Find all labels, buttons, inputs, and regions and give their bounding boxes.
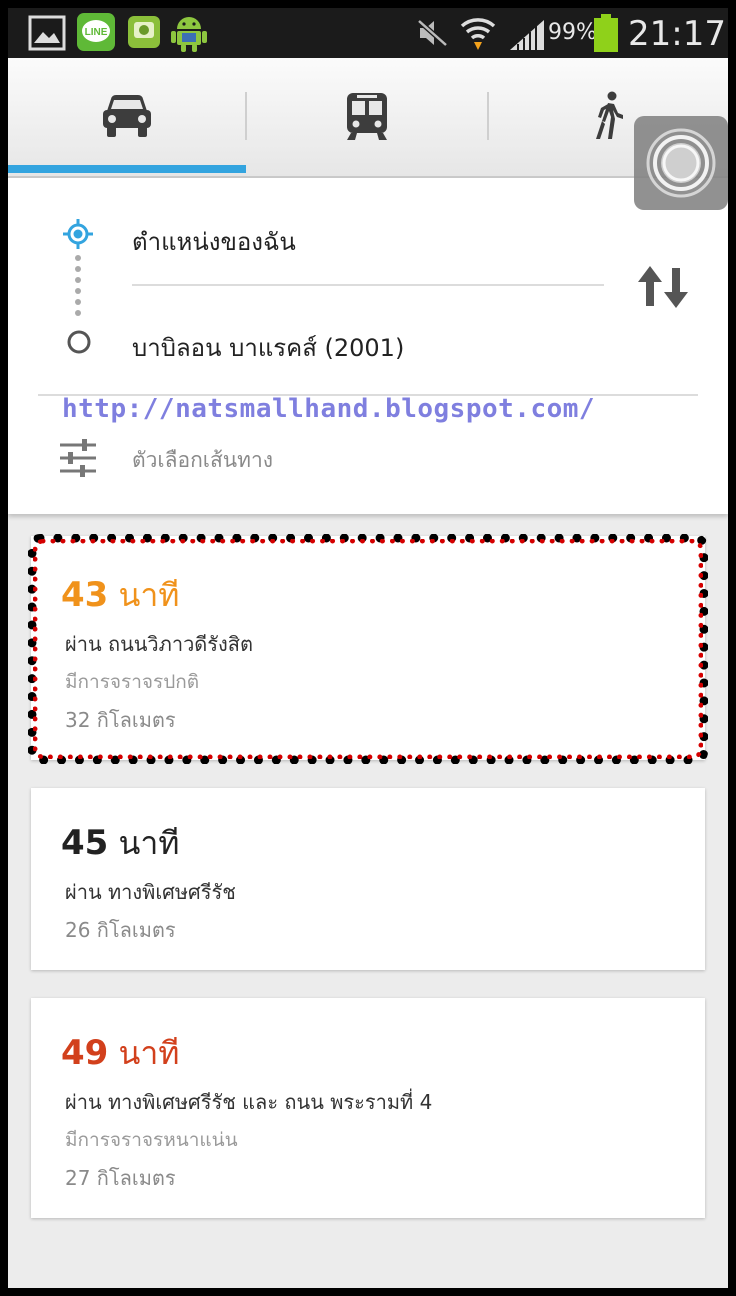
my-location-icon	[62, 218, 94, 254]
watermark-url: http://natsmallhand.blogspot.com/	[62, 394, 596, 424]
assistive-touch-button[interactable]	[634, 116, 728, 210]
battery-icon	[593, 13, 619, 57]
android-icon	[170, 11, 208, 57]
route-traffic: มีการจราจรหนาแน่น	[65, 1129, 238, 1151]
signal-icon	[508, 18, 546, 56]
route-card[interactable]: 45 นาที ผ่าน ทางพิเศษศรีรัช 26 กิโลเมตร	[31, 788, 705, 970]
circle-icon	[644, 126, 718, 204]
route-minutes-unit: นาที	[118, 1034, 180, 1072]
app-icon	[126, 14, 162, 54]
route-options-link[interactable]: ตัวเลือกเส้นทาง	[132, 444, 273, 477]
route-card[interactable]: 49 นาที ผ่าน ทางพิเศษศรีรัช และ ถนน พระร…	[31, 998, 705, 1218]
status-time: 21:17	[628, 14, 726, 54]
screen: LINE 99% 21:17 ตำแหน่งของฉัน บาบิลอน บาแ…	[8, 8, 728, 1288]
route-distance: 26 กิโลเมตร	[65, 918, 176, 942]
destination-icon	[65, 328, 93, 360]
car-icon	[101, 93, 153, 143]
gallery-icon	[28, 15, 66, 55]
line-app-icon: LINE	[76, 12, 116, 56]
tab-divider	[487, 92, 489, 140]
route-minutes-unit: นาที	[118, 824, 180, 862]
wifi-icon	[460, 14, 496, 56]
route-via: ผ่าน ทางพิเศษศรีรัช	[65, 880, 236, 904]
walk-icon	[592, 91, 626, 145]
swap-icon[interactable]	[636, 264, 692, 314]
route-duration: 45 นาที	[61, 818, 179, 869]
battery-percent: 99%	[548, 20, 597, 45]
origin-field[interactable]: ตำแหน่งของฉัน	[132, 222, 296, 261]
route-via: ผ่าน ทางพิเศษศรีรัช และ ถนน พระรามที่ 4	[65, 1090, 433, 1114]
origin-field-underline	[132, 284, 604, 286]
route-minutes: 49	[61, 1033, 109, 1073]
tab-divider	[245, 92, 247, 140]
status-bar: LINE 99% 21:17	[8, 8, 728, 58]
route-options-icon[interactable]	[58, 438, 98, 482]
active-tab-indicator	[8, 165, 246, 173]
travel-mode-tabs	[8, 58, 728, 178]
line-logo-text: LINE	[85, 27, 108, 38]
silent-mode-icon	[416, 18, 450, 52]
highlight-border-inner	[33, 539, 703, 759]
tab-driving[interactable]	[8, 58, 246, 178]
destination-field[interactable]: บาบิลอน บาแรคส์ (2001)	[132, 328, 404, 367]
tab-transit[interactable]	[248, 58, 486, 178]
route-minutes: 45	[61, 823, 109, 863]
route-duration: 49 นาที	[61, 1028, 179, 1079]
transit-icon	[345, 91, 389, 145]
route-dots	[74, 254, 82, 328]
route-distance: 27 กิโลเมตร	[65, 1166, 176, 1190]
directions-panel: ตำแหน่งของฉัน บาบิลอน บาแรคส์ (2001) htt…	[8, 178, 728, 514]
